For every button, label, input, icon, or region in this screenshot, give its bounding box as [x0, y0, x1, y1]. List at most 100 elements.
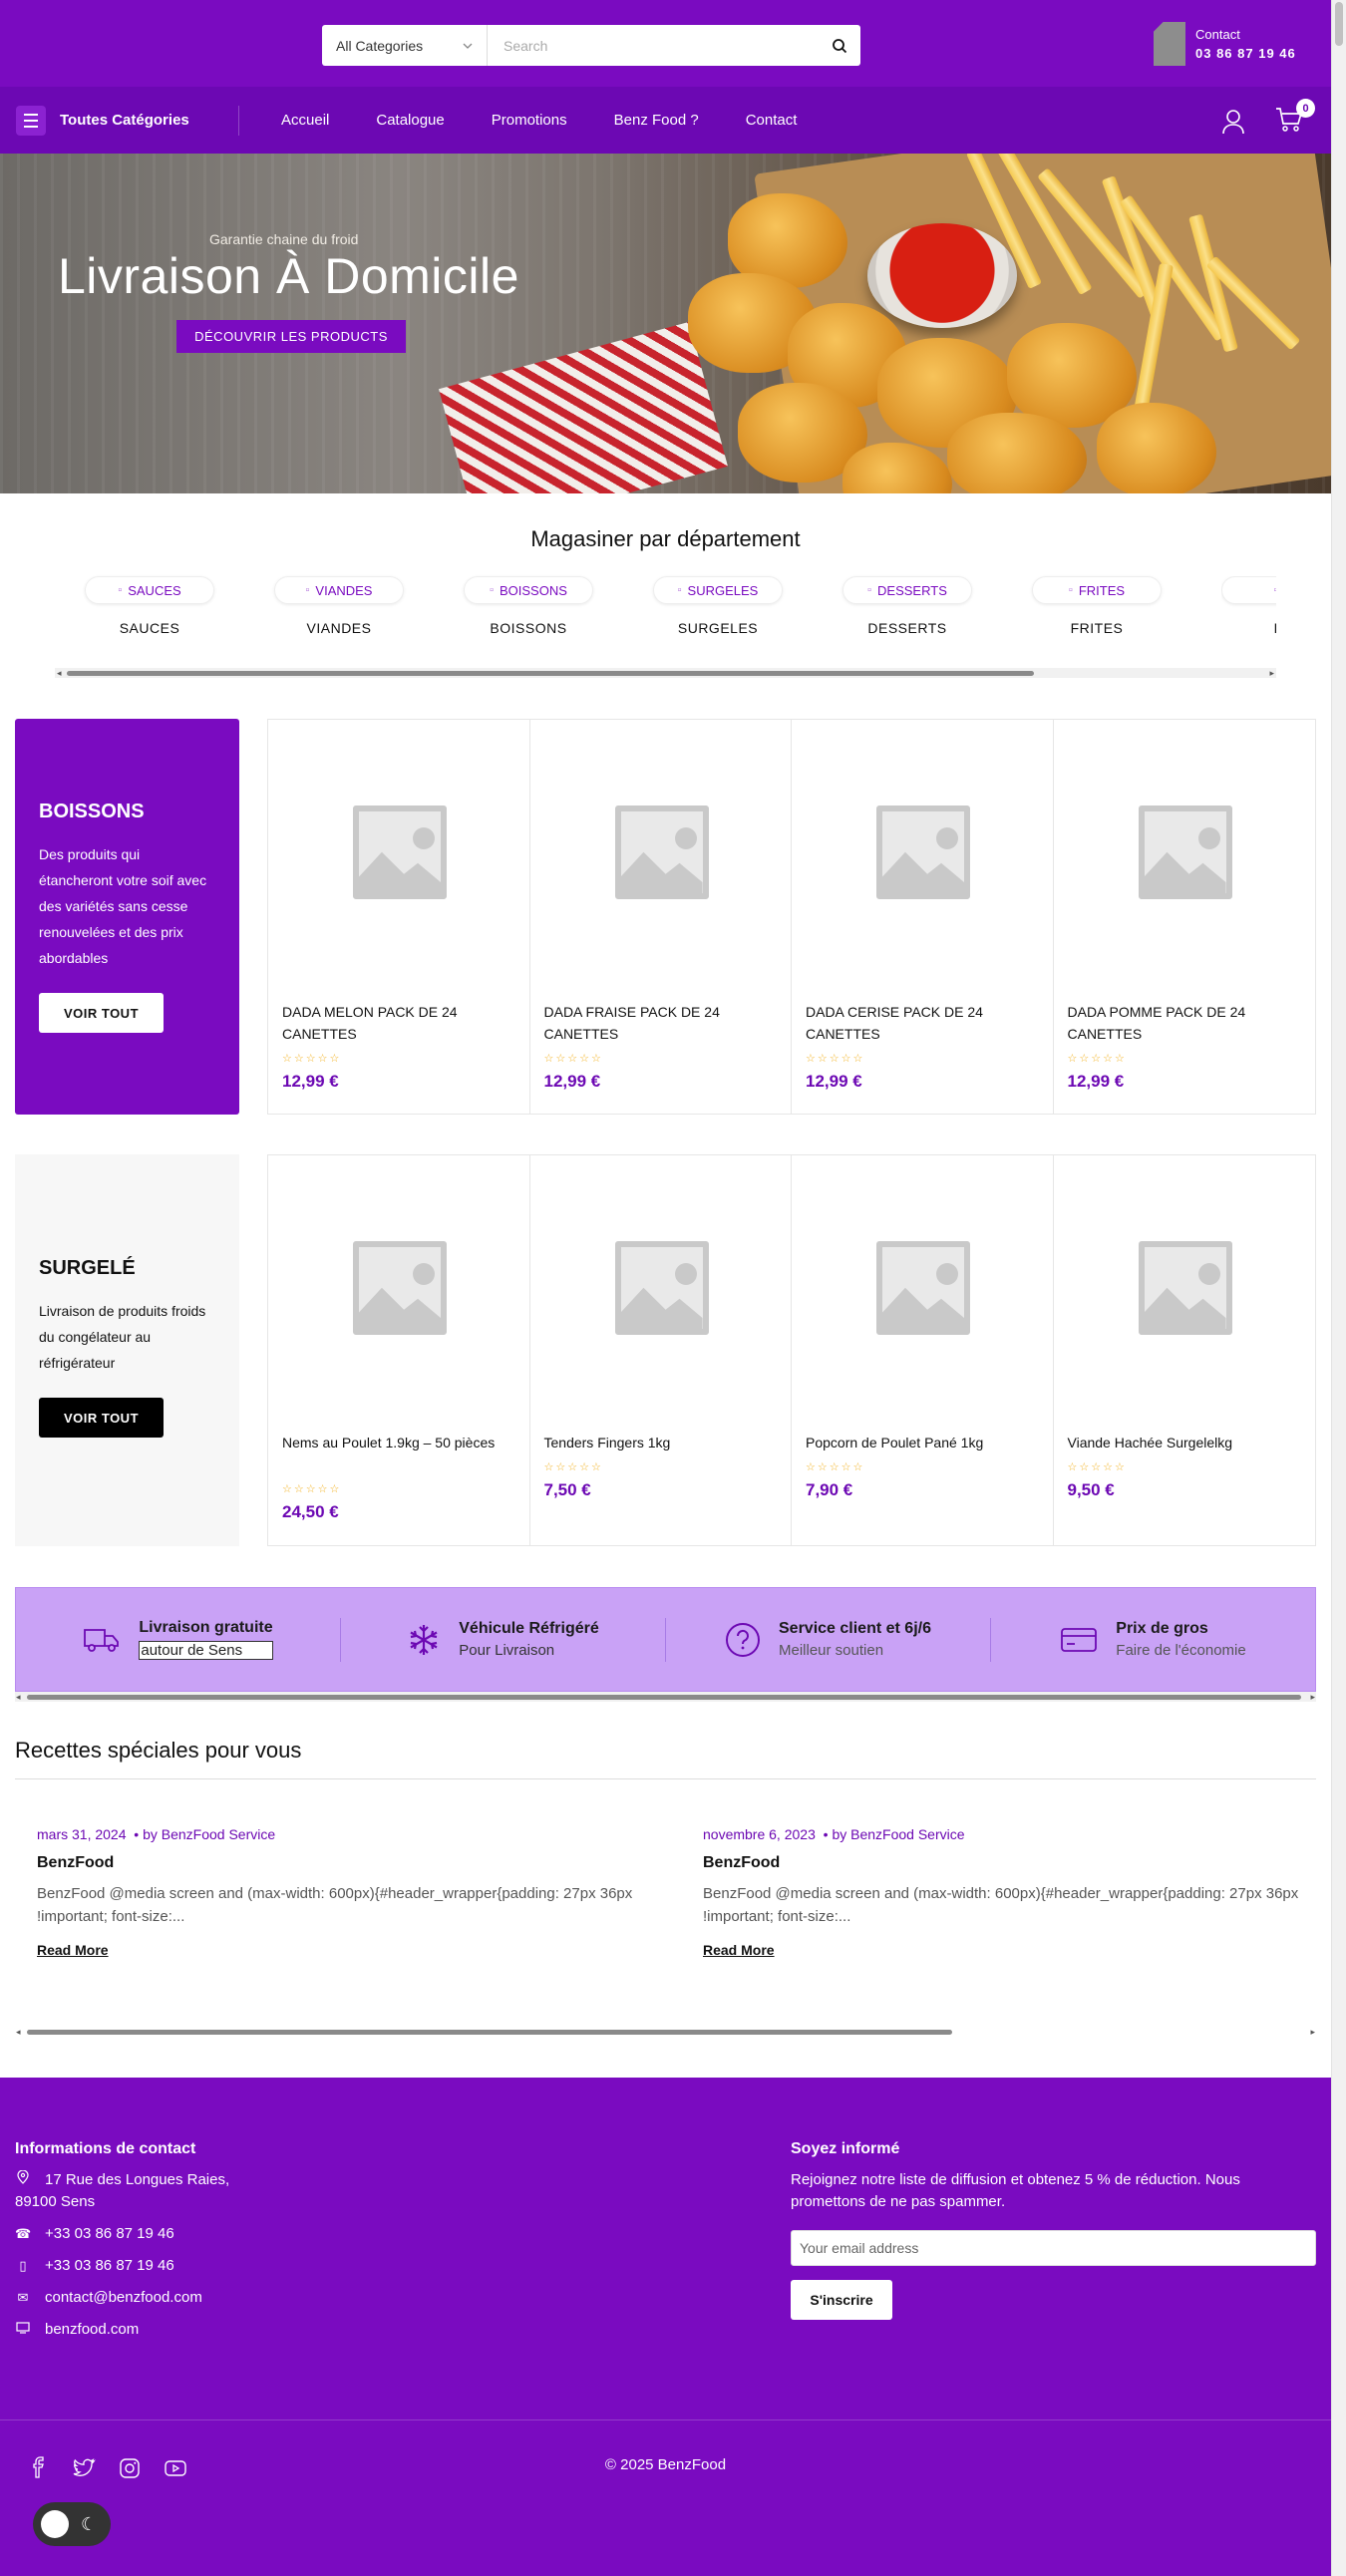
- page-scrollbar[interactable]: [1331, 0, 1346, 2576]
- product-name[interactable]: Nems au Poulet 1.9kg – 50 pièces: [282, 1432, 513, 1453]
- product-card[interactable]: Popcorn de Poulet Pané 1kg ☆☆☆☆☆ 7,90 €: [792, 1155, 1054, 1545]
- divider: [0, 2419, 1331, 2420]
- feature-title: Prix de gros: [1116, 1620, 1208, 1637]
- product-card[interactable]: DADA MELON PACK DE 24 CANETTES ☆☆☆☆☆ 12,…: [268, 720, 530, 1114]
- nav-link-benz-food[interactable]: Benz Food ?: [614, 112, 699, 129]
- category-select[interactable]: All Categories: [322, 25, 488, 66]
- product-price: 24,50 €: [282, 1502, 339, 1521]
- footer-mobile[interactable]: +33 03 86 87 19 46: [45, 2255, 174, 2277]
- read-more-link[interactable]: Read More: [703, 1942, 775, 1958]
- subscribe-button[interactable]: S'inscrire: [791, 2280, 892, 2320]
- post-title[interactable]: BenzFood: [703, 1854, 1321, 1872]
- footer-phone[interactable]: +33 03 86 87 19 46: [45, 2223, 174, 2245]
- features-scrollbar[interactable]: ◂ ▸: [15, 1692, 1316, 1702]
- department-label: FRITES: [1070, 620, 1124, 636]
- department-label: VIANDES: [306, 620, 372, 636]
- hero-subtitle: Garantie chaine du froid: [209, 231, 359, 247]
- scroll-right-arrow[interactable]: ▸: [1310, 2027, 1315, 2037]
- department-label: BOISSONS: [490, 620, 567, 636]
- nav-link-contact[interactable]: Contact: [746, 112, 798, 129]
- feature-free-delivery: Livraison gratuite autour de Sens: [16, 1617, 341, 1662]
- department-image: ▫ SAUCES: [85, 576, 214, 604]
- search-button[interactable]: [819, 25, 860, 66]
- post-title[interactable]: BenzFood: [37, 1854, 655, 1872]
- product-card[interactable]: DADA CERISE PACK DE 24 CANETTES ☆☆☆☆☆ 12…: [792, 720, 1054, 1114]
- feature-title: Service client et 6j/6: [779, 1620, 931, 1637]
- placeholder-image-icon: [876, 1241, 970, 1335]
- product-name[interactable]: DADA CERISE PACK DE 24 CANETTES: [806, 1001, 1037, 1045]
- product-card[interactable]: Viande Hachée Surgelelkg ☆☆☆☆☆ 9,50 €: [1054, 1155, 1316, 1545]
- post-excerpt: BenzFood @media screen and (max-width: 6…: [703, 1885, 1299, 1925]
- scroll-left-arrow[interactable]: ◂: [16, 1692, 21, 1702]
- post-excerpt: BenzFood @media screen and (max-width: 6…: [37, 1885, 633, 1925]
- post-date[interactable]: mars 31, 2024: [37, 1826, 127, 1842]
- departments-scrollbar[interactable]: ◂ ▸: [55, 668, 1276, 678]
- all-categories-button[interactable]: Toutes Catégories: [0, 105, 239, 136]
- department-viandes[interactable]: ▫ VIANDES VIANDES: [274, 576, 404, 636]
- post-author[interactable]: by BenzFood Service: [832, 1826, 964, 1842]
- department-image: ▫ FRITES: [1032, 576, 1162, 604]
- scroll-left-arrow[interactable]: ◂: [16, 2027, 21, 2037]
- read-more-link[interactable]: Read More: [37, 1942, 109, 1958]
- user-icon[interactable]: [1221, 109, 1245, 135]
- search-input[interactable]: [488, 25, 819, 66]
- promo-description: Livraison de produits froids du congélat…: [39, 1303, 206, 1371]
- rating-stars: ☆☆☆☆☆: [282, 1053, 342, 1065]
- post-author[interactable]: by BenzFood Service: [143, 1826, 275, 1842]
- product-name[interactable]: DADA FRAISE PACK DE 24 CANETTES: [544, 1001, 776, 1045]
- product-name[interactable]: Viande Hachée Surgelelkg: [1068, 1432, 1299, 1453]
- search-bar: All Categories: [322, 25, 860, 66]
- product-name[interactable]: DADA POMME PACK DE 24 CANETTES: [1068, 1001, 1299, 1045]
- newsletter-email-input[interactable]: [791, 2230, 1316, 2266]
- department-desserts[interactable]: ▫ DESSERTS DESSERTS: [842, 576, 972, 636]
- card-icon: [1061, 1627, 1098, 1652]
- rating-stars: ☆☆☆☆☆: [1067, 1461, 1127, 1473]
- department-boissons[interactable]: ▫ BOISSONS BOISSONS: [464, 576, 593, 636]
- scroll-right-arrow[interactable]: ▸: [1310, 1692, 1315, 1702]
- cart-button[interactable]: 0: [1275, 99, 1315, 137]
- departments-title: Magasiner par département: [530, 526, 801, 551]
- promo-description: Des produits qui étancheront votre soif …: [39, 846, 207, 966]
- product-card[interactable]: DADA POMME PACK DE 24 CANETTES ☆☆☆☆☆ 12,…: [1054, 720, 1316, 1114]
- placeholder-image-icon: [876, 805, 970, 899]
- chevron-down-icon: [463, 43, 473, 49]
- product-name[interactable]: Tenders Fingers 1kg: [544, 1432, 776, 1453]
- post-date[interactable]: novembre 6, 2023: [703, 1826, 816, 1842]
- department-partial[interactable]: ▫Fé Féc: [1221, 576, 1276, 636]
- footer-email[interactable]: contact@benzfood.com: [45, 2287, 202, 2309]
- product-card[interactable]: Tenders Fingers 1kg ☆☆☆☆☆ 7,50 €: [530, 1155, 792, 1545]
- newsletter-text: Rejoignez notre liste de diffusion et ob…: [791, 2171, 1240, 2210]
- footer-contact-title: Informations de contact: [15, 2140, 196, 2157]
- document-icon: [1154, 22, 1185, 66]
- surgele-product-grid: Nems au Poulet 1.9kg – 50 pièces ☆☆☆☆☆ 2…: [267, 1154, 1316, 1546]
- department-sauces[interactable]: ▫ SAUCES SAUCES: [85, 576, 214, 636]
- scroll-left-arrow[interactable]: ◂: [57, 668, 62, 678]
- nav-link-accueil[interactable]: Accueil: [281, 112, 329, 129]
- view-all-button[interactable]: VOIR TOUT: [39, 1398, 164, 1438]
- hero-banner: Garantie chaine du froid Livraison À Dom…: [0, 154, 1331, 493]
- footer-website[interactable]: benzfood.com: [45, 2319, 139, 2341]
- department-image: ▫Fé: [1221, 576, 1276, 604]
- snowflake-icon: [410, 1624, 438, 1655]
- view-all-button[interactable]: VOIR TOUT: [39, 993, 164, 1033]
- category-select-label: All Categories: [336, 37, 424, 54]
- header-contact[interactable]: Contact 03 86 87 19 46: [1154, 22, 1296, 66]
- department-frites[interactable]: ▫ FRITES FRITES: [1032, 576, 1162, 636]
- product-card[interactable]: DADA FRAISE PACK DE 24 CANETTES ☆☆☆☆☆ 12…: [530, 720, 792, 1114]
- product-price: 7,90 €: [806, 1480, 853, 1499]
- dark-mode-toggle[interactable]: ☾: [33, 2502, 111, 2546]
- rating-stars: ☆☆☆☆☆: [282, 1483, 342, 1495]
- placeholder-image-icon: [1138, 1241, 1232, 1335]
- product-name[interactable]: Popcorn de Poulet Pané 1kg: [806, 1432, 1037, 1453]
- department-image: ▫ DESSERTS: [842, 576, 972, 604]
- nav-link-promotions[interactable]: Promotions: [492, 112, 567, 129]
- hero-cta-button[interactable]: DÉCOUVRIR LES PRODUCTS: [176, 320, 406, 353]
- department-surgeles[interactable]: ▫ SURGELES SURGELES: [653, 576, 783, 636]
- scroll-right-arrow[interactable]: ▸: [1269, 668, 1274, 678]
- nav-link-catalogue[interactable]: Catalogue: [376, 112, 444, 129]
- blog-scrollbar[interactable]: ◂ ▸: [15, 2027, 1316, 2037]
- feature-wholesale: Prix de gros Faire de l'économie: [991, 1618, 1315, 1662]
- product-name[interactable]: DADA MELON PACK DE 24 CANETTES: [282, 1001, 513, 1045]
- product-card[interactable]: Nems au Poulet 1.9kg – 50 pièces ☆☆☆☆☆ 2…: [268, 1155, 530, 1545]
- all-categories-label: Toutes Catégories: [60, 112, 189, 129]
